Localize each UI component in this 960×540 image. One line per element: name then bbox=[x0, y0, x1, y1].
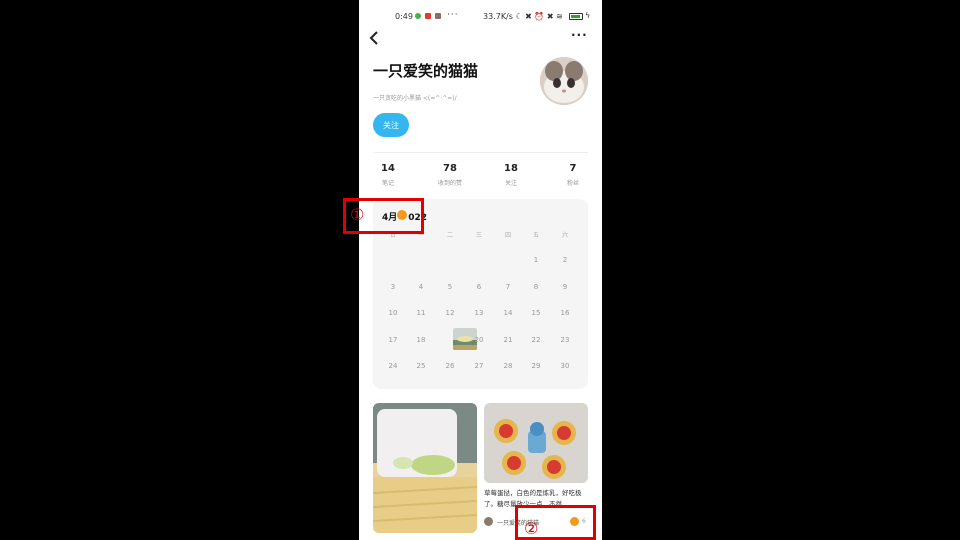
status-bar: 0:49 ··· 33.7K/s ☾ ✖ ⏰ ✖ ≋ ϟ bbox=[359, 10, 602, 24]
calendar-day[interactable]: 9 bbox=[555, 283, 575, 291]
stat-following[interactable]: 18 关注 bbox=[486, 163, 536, 187]
status-more-icon: ··· bbox=[447, 10, 459, 20]
app-notification-icon bbox=[425, 13, 431, 19]
annotation-label-2: ② bbox=[524, 519, 539, 538]
calendar-day[interactable]: 13 bbox=[469, 309, 489, 317]
calendar-day[interactable]: 11 bbox=[411, 309, 431, 317]
calendar-day[interactable]: 20 bbox=[469, 336, 489, 344]
calendar-day[interactable]: 26 bbox=[440, 362, 460, 370]
divider bbox=[373, 152, 588, 153]
calendar-day[interactable]: 1 bbox=[526, 256, 546, 264]
weekday-label: 四 bbox=[504, 232, 511, 239]
calendar-day[interactable]: 6 bbox=[469, 283, 489, 291]
profile-bio: 一只贪吃的小黑猫 <(=^·^=)/ bbox=[373, 95, 457, 102]
follow-button[interactable]: 关注 bbox=[373, 113, 409, 137]
stat-label: 收到的赞 bbox=[437, 180, 462, 187]
stat-label: 粉丝 bbox=[566, 180, 579, 187]
profile-name: 一只爱笑的猫猫 bbox=[373, 62, 479, 80]
app-notification-icon bbox=[435, 13, 441, 19]
stats-row: 14 笔记 78 收到的赞 18 关注 7 粉丝 bbox=[359, 163, 602, 193]
calendar-day[interactable]: 3 bbox=[383, 283, 403, 291]
avatar[interactable] bbox=[540, 57, 588, 105]
battery-icon bbox=[569, 13, 583, 20]
weekday-label: 五 bbox=[532, 232, 539, 239]
stat-value: 78 bbox=[443, 163, 457, 174]
calendar-day[interactable]: 25 bbox=[411, 362, 431, 370]
weekday-label: 二 bbox=[446, 232, 453, 239]
calendar-day[interactable]: 24 bbox=[383, 362, 403, 370]
calendar-day[interactable]: 12 bbox=[440, 309, 460, 317]
status-indicators: 33.7K/s ☾ ✖ ⏰ ✖ ≋ bbox=[483, 12, 563, 21]
calendar-day[interactable]: 30 bbox=[555, 362, 575, 370]
stat-value: 7 bbox=[569, 163, 577, 174]
author-avatar[interactable] bbox=[484, 517, 493, 526]
wechat-notification-icon bbox=[415, 13, 421, 19]
calendar-day[interactable]: 5 bbox=[440, 283, 460, 291]
calendar-day[interactable]: 27 bbox=[469, 362, 489, 370]
stat-value: 18 bbox=[504, 163, 518, 174]
feed-card-image[interactable] bbox=[373, 403, 477, 533]
post-image[interactable] bbox=[484, 403, 588, 483]
calendar-day[interactable]: 23 bbox=[555, 336, 575, 344]
calendar-day[interactable]: 4 bbox=[411, 283, 431, 291]
annotation-label-1: ① bbox=[350, 205, 365, 224]
stat-likes[interactable]: 78 收到的赞 bbox=[425, 163, 475, 187]
chevron-left-icon[interactable] bbox=[369, 31, 379, 45]
calendar-day[interactable]: 17 bbox=[383, 336, 403, 344]
calendar-day[interactable]: 29 bbox=[526, 362, 546, 370]
stat-label: 笔记 bbox=[381, 180, 394, 187]
status-time: 0:49 bbox=[395, 12, 413, 21]
calendar-day[interactable]: 7 bbox=[498, 283, 518, 291]
weekday-label: 六 bbox=[561, 232, 568, 239]
calendar-day[interactable]: 28 bbox=[498, 362, 518, 370]
phone-screen: 0:49 ··· 33.7K/s ☾ ✖ ⏰ ✖ ≋ ϟ ··· 一只爱笑的猫猫… bbox=[359, 0, 602, 540]
calendar-day[interactable]: 15 bbox=[526, 309, 546, 317]
stat-notes[interactable]: 14 笔记 bbox=[363, 163, 413, 187]
calendar-day[interactable]: 8 bbox=[526, 283, 546, 291]
stat-followers[interactable]: 7 粉丝 bbox=[548, 163, 598, 187]
charging-icon: ϟ bbox=[585, 11, 591, 20]
calendar-day[interactable]: 10 bbox=[383, 309, 403, 317]
calendar-day[interactable]: 18 bbox=[411, 336, 431, 344]
calendar-day[interactable]: 16 bbox=[555, 309, 575, 317]
calendar-day[interactable]: 2 bbox=[555, 256, 575, 264]
calendar-day[interactable]: 21 bbox=[498, 336, 518, 344]
calendar-day[interactable]: 22 bbox=[526, 336, 546, 344]
stat-label: 关注 bbox=[504, 180, 517, 187]
more-options-icon[interactable]: ··· bbox=[571, 28, 588, 42]
weekday-label: 三 bbox=[475, 232, 482, 239]
stat-value: 14 bbox=[381, 163, 395, 174]
calendar-day[interactable]: 14 bbox=[498, 309, 518, 317]
